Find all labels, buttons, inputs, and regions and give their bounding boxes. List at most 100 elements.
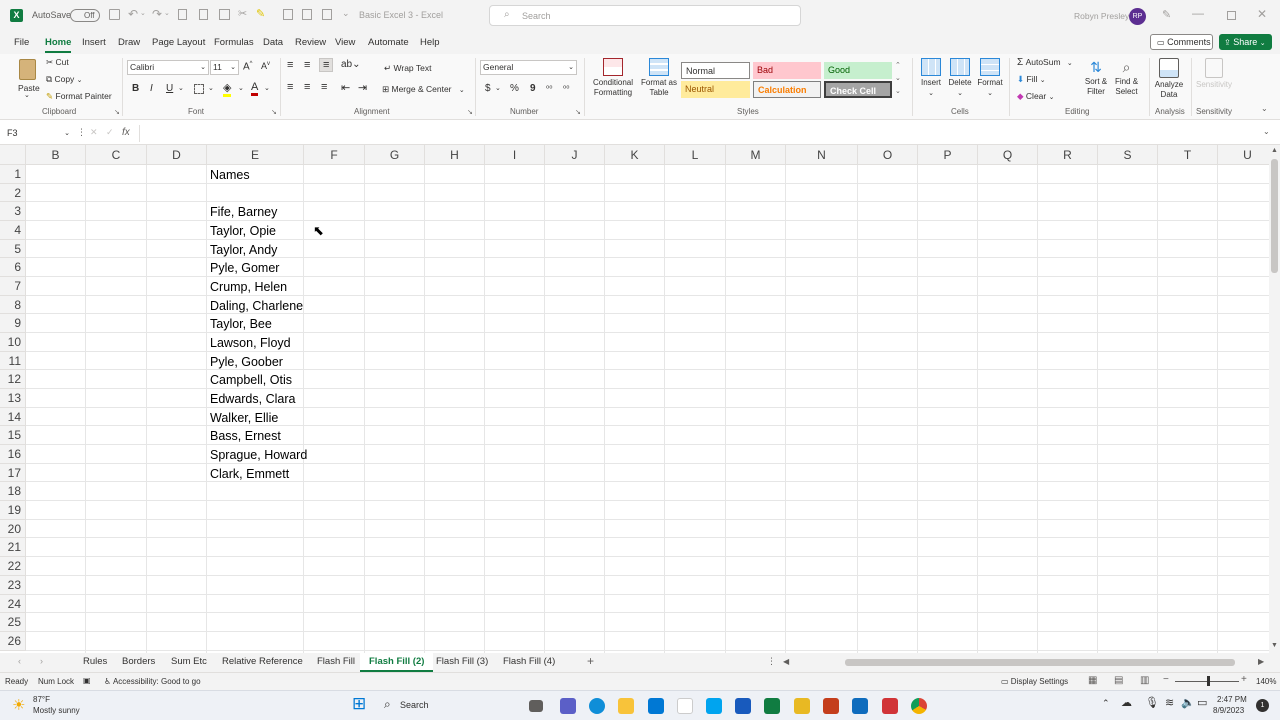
notification-badge[interactable]: 1 (1256, 699, 1269, 712)
row-header-10[interactable]: 10 (0, 333, 26, 352)
underline-button[interactable]: U (166, 83, 173, 94)
menu-insert[interactable]: Insert (82, 37, 106, 48)
paste-special-qat-icon[interactable] (322, 9, 332, 20)
menu-formulas[interactable]: Formulas (214, 37, 254, 48)
excel-taskbar-icon[interactable] (764, 698, 780, 714)
borders-dropdown-icon[interactable]: ⌄ (208, 84, 214, 92)
row-header-3[interactable]: 3 (0, 202, 26, 221)
search-box[interactable]: ⌕ Search (489, 5, 801, 26)
style-neutral[interactable]: Neutral (681, 81, 750, 98)
undo-dropdown-icon[interactable]: ⌄ (140, 9, 146, 17)
align-right-icon[interactable]: ≡ (321, 81, 327, 93)
format-cells-button[interactable]: Format ⌄ (976, 57, 1004, 103)
style-normal[interactable]: Normal (681, 62, 750, 79)
zoom-level[interactable]: 140% (1256, 677, 1276, 686)
row-header-5[interactable]: 5 (0, 240, 26, 258)
quick-print-icon[interactable] (219, 9, 230, 20)
zoom-slider-thumb[interactable] (1207, 676, 1210, 686)
sort-filter-button[interactable]: ⇅ Sort & Filter (1081, 57, 1111, 103)
sheet-tab-flash-fill-2[interactable]: Flash Fill (2) (360, 653, 434, 672)
paste-button[interactable]: Paste ⌄ (14, 57, 42, 102)
pen-icon[interactable]: ✎ (1162, 8, 1171, 21)
column-header-l[interactable]: L (665, 145, 726, 165)
edge-icon[interactable] (589, 698, 605, 714)
menu-draw[interactable]: Draw (118, 37, 140, 48)
delete-cells-button[interactable]: Delete ⌄ (946, 57, 974, 103)
column-header-r[interactable]: R (1038, 145, 1098, 165)
column-header-g[interactable]: G (365, 145, 425, 165)
row-header-7[interactable]: 7 (0, 277, 26, 296)
sensitivity-button[interactable]: Sensitivity (1195, 57, 1233, 103)
styles-scroll-down-icon[interactable]: ⌄ (895, 74, 901, 82)
undo-icon[interactable]: ↶ (128, 7, 138, 21)
microphone-icon[interactable]: 🎙 (1145, 696, 1159, 709)
menu-help[interactable]: Help (420, 37, 440, 48)
menu-home[interactable]: Home (45, 37, 72, 53)
row-header-11[interactable]: 11 (0, 352, 26, 370)
increase-indent-icon[interactable]: ⇥ (358, 81, 367, 94)
sheet-tab-relative-reference[interactable]: Relative Reference (222, 656, 303, 667)
name-cell[interactable]: Walker, Ellie (210, 411, 278, 425)
copy-qat-icon[interactable] (283, 9, 293, 20)
align-bottom-icon[interactable]: ≡ (319, 58, 334, 72)
column-header-d[interactable]: D (147, 145, 207, 165)
row-header-23[interactable]: 23 (0, 576, 26, 595)
find-select-button[interactable]: ⌕ Find & Select (1111, 57, 1142, 103)
row-header-21[interactable]: 21 (0, 538, 26, 557)
avatar[interactable]: RP (1129, 8, 1146, 25)
weather-icon[interactable]: ☀ (12, 696, 25, 714)
l-app-icon[interactable] (706, 698, 722, 714)
name-box[interactable]: F3 ⌄ (4, 126, 72, 141)
row-header-13[interactable]: 13 (0, 389, 26, 408)
minimize-icon[interactable]: — (1192, 6, 1204, 20)
prev-sheet-icon[interactable]: ‹ (18, 656, 21, 666)
snipping-tool-icon[interactable] (882, 698, 898, 714)
customize-qat-icon[interactable]: ⌄ (342, 8, 350, 19)
name-cell[interactable]: Crump, Helen (210, 280, 287, 294)
increase-decimal-icon[interactable]: ⁰⁰ (546, 84, 552, 93)
name-cell[interactable]: Sprague, Howard (210, 448, 307, 462)
name-cell[interactable]: Campbell, Otis (210, 373, 292, 387)
row-header-1[interactable]: 1 (0, 165, 26, 184)
currency-button[interactable]: $ (485, 83, 491, 94)
sheet-tab-sum-etc[interactable]: Sum Etc (171, 656, 207, 667)
clear-button[interactable]: ◆ Clear ⌄ (1017, 91, 1054, 102)
column-header-t[interactable]: T (1158, 145, 1218, 165)
italic-button[interactable]: I (150, 83, 153, 94)
zoom-in-icon[interactable]: + (1241, 674, 1247, 685)
row-header-24[interactable]: 24 (0, 595, 26, 613)
open-file-icon[interactable] (199, 9, 208, 20)
increase-font-icon[interactable]: A^ (243, 61, 253, 72)
scroll-down-icon[interactable]: ▼ (1271, 642, 1278, 649)
copy-button[interactable]: ⧉ Copy ⌄ (46, 74, 83, 85)
store-icon[interactable] (648, 698, 664, 714)
number-format-select[interactable]: General ⌄ (480, 60, 577, 75)
onedrive-icon[interactable]: ☁ (1121, 696, 1132, 709)
name-cell[interactable]: Daling, Charlene (210, 299, 303, 313)
alignment-launcher-icon[interactable]: ↘ (467, 108, 473, 116)
percent-button[interactable]: % (510, 83, 519, 94)
file-explorer-icon[interactable] (529, 700, 543, 712)
wifi-icon[interactable]: ≋ (1165, 696, 1174, 709)
volume-icon[interactable]: 🔈 (1181, 696, 1195, 709)
decrease-font-icon[interactable]: Av (261, 61, 270, 71)
sheet-tab-rules[interactable]: Rules (83, 656, 107, 667)
row-header-2[interactable]: 2 (0, 184, 26, 202)
row-header-19[interactable]: 19 (0, 501, 26, 520)
styles-more-icon[interactable]: ⌄ (895, 87, 901, 95)
share-button[interactable]: ⇪ Share ⌄ (1219, 34, 1272, 50)
page-layout-view-icon[interactable]: ▤ (1114, 675, 1123, 686)
show-hidden-icons-icon[interactable]: ⌃ (1102, 698, 1110, 709)
row-header-26[interactable]: 26 (0, 632, 26, 651)
selected-cell[interactable] (303, 202, 364, 222)
column-header-k[interactable]: K (605, 145, 665, 165)
close-icon[interactable]: ✕ (1257, 7, 1267, 21)
row-header-12[interactable]: 12 (0, 370, 26, 389)
word-icon[interactable] (735, 698, 751, 714)
row-header-15[interactable]: 15 (0, 426, 26, 445)
row-header-16[interactable]: 16 (0, 445, 26, 464)
column-header-n[interactable]: N (786, 145, 858, 165)
autosum-button[interactable]: Σ AutoSum ⌄ (1017, 57, 1073, 68)
row-header-18[interactable]: 18 (0, 482, 26, 501)
name-cell[interactable]: Taylor, Opie (210, 224, 276, 238)
